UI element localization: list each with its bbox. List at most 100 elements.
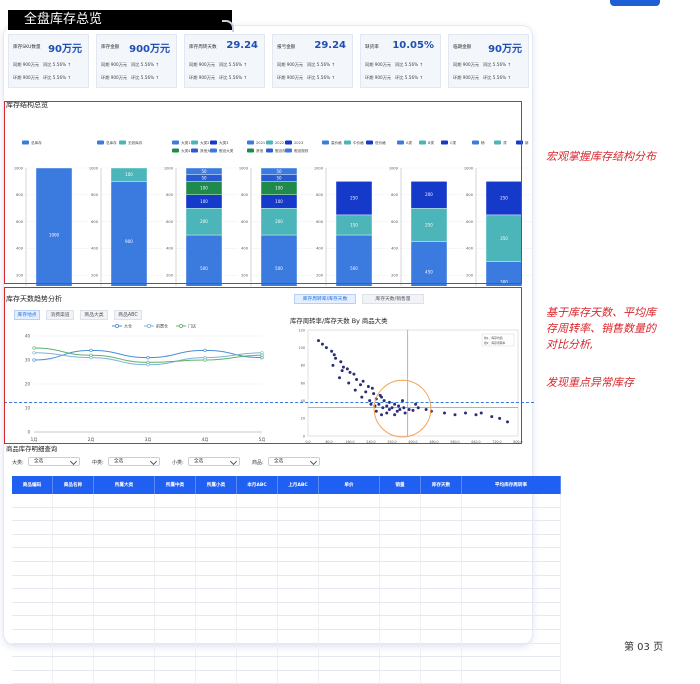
table-cell <box>420 670 462 684</box>
filter-value: 全选 <box>114 459 124 464</box>
column-header[interactable]: 库存天数 <box>420 476 462 494</box>
annotation-analysis-line1: 基于库存天数、平均库 <box>546 306 656 319</box>
filter-select-3[interactable]: 全选 <box>188 457 240 466</box>
table-cell <box>277 534 319 549</box>
table-cell <box>12 575 53 590</box>
table-cell <box>420 520 462 535</box>
section-title-detail: 商品库存明细查询 <box>6 445 58 453</box>
table-row[interactable] <box>12 629 561 644</box>
filter-select-1[interactable]: 全选 <box>28 457 80 466</box>
table-cell <box>195 588 237 603</box>
table-cell <box>461 643 561 658</box>
column-header[interactable]: 所属中类 <box>154 476 196 494</box>
highlight-box-structure <box>4 101 522 284</box>
table-cell <box>461 629 561 644</box>
column-header[interactable]: 销量 <box>379 476 421 494</box>
table-row[interactable] <box>12 588 561 603</box>
table-cell <box>154 643 196 658</box>
table-cell <box>52 534 94 549</box>
table-cell <box>154 588 196 603</box>
table-cell <box>12 670 53 684</box>
table-cell <box>93 494 155 508</box>
table-cell <box>461 588 561 603</box>
table-cell <box>461 656 561 671</box>
chevron-down-icon <box>69 457 78 466</box>
column-header[interactable]: 平均库存周转率 <box>461 476 561 494</box>
table-cell <box>52 588 94 603</box>
table-cell <box>195 670 237 684</box>
table-row[interactable] <box>12 670 561 684</box>
annotation-structure: 宏观掌握库存结构分布 <box>546 150 656 163</box>
highlight-box-analysis <box>4 287 522 444</box>
page-title: 全盘库存总览 <box>8 10 234 32</box>
table-cell <box>318 602 380 617</box>
table-cell <box>93 670 155 684</box>
table-cell <box>379 588 421 603</box>
table-cell <box>154 494 196 508</box>
kpi-value: 900万元 <box>129 44 170 55</box>
table-cell <box>195 575 237 590</box>
table-row[interactable] <box>12 507 561 522</box>
arrow-up-icon: ↑ <box>507 62 511 67</box>
table-row[interactable] <box>12 643 561 658</box>
table-cell <box>379 561 421 576</box>
table-row[interactable] <box>12 534 561 549</box>
table-row[interactable] <box>12 494 561 508</box>
table-cell <box>461 561 561 576</box>
table-cell <box>12 547 53 562</box>
table-cell <box>277 670 319 684</box>
table-cell <box>12 656 53 671</box>
column-header[interactable]: 商品名称 <box>52 476 94 494</box>
table-cell <box>52 494 94 508</box>
filter-label: 小类: <box>172 460 184 466</box>
filter-select-4[interactable]: 全选 <box>268 457 320 466</box>
table-cell <box>154 547 196 562</box>
table-cell <box>318 561 380 576</box>
table-row[interactable] <box>12 615 561 630</box>
filter-value: 全选 <box>274 459 284 464</box>
kpi-card: 库存SKU数量 90万元 同期 900万元 同比 5.56% ↑ 环期 900万元 环… <box>8 34 89 88</box>
table-cell <box>154 575 196 590</box>
kpi-yoy-row: 同期 900万元 同比 5.56% ↑ <box>277 62 335 67</box>
filter-label: 大类: <box>12 460 24 466</box>
table-row[interactable] <box>12 547 561 562</box>
kpi-yoy-row: 同期 900万元 同比 5.56% ↑ <box>453 62 511 67</box>
table-cell <box>52 507 94 522</box>
column-header[interactable]: 上月ABC <box>277 476 319 494</box>
table-cell <box>277 575 319 590</box>
table-row[interactable] <box>12 561 561 576</box>
table-cell <box>195 494 237 508</box>
table-cell <box>236 534 278 549</box>
table-row[interactable] <box>12 575 561 590</box>
kpi-value: 90万元 <box>48 44 82 55</box>
table-cell <box>318 575 380 590</box>
column-header[interactable]: 本月ABC <box>236 476 278 494</box>
column-header[interactable]: 所属大类 <box>93 476 155 494</box>
table-cell <box>420 656 462 671</box>
table-cell <box>461 520 561 535</box>
table-cell <box>420 602 462 617</box>
table-cell <box>318 643 380 658</box>
table-cell <box>154 615 196 630</box>
table-cell <box>236 575 278 590</box>
column-header[interactable]: 商品编码 <box>12 476 53 494</box>
kpi-label: 临期金额 <box>453 45 472 50</box>
table-row[interactable] <box>12 656 561 671</box>
table-cell <box>154 629 196 644</box>
table-cell <box>420 615 462 630</box>
legend-label: 新 <box>525 140 529 145</box>
table-cell <box>93 643 155 658</box>
table-row[interactable] <box>12 602 561 617</box>
table-cell <box>195 602 237 617</box>
table-cell <box>277 494 319 508</box>
table-cell <box>154 534 196 549</box>
filter-label: 商品: <box>252 460 264 466</box>
filter-select-2[interactable]: 全选 <box>108 457 160 466</box>
table-cell <box>12 615 53 630</box>
table-row[interactable] <box>12 520 561 535</box>
column-header[interactable]: 单价 <box>318 476 380 494</box>
table-cell <box>420 588 462 603</box>
arrow-up-icon: ↑ <box>67 62 71 67</box>
table-cell <box>318 670 380 684</box>
column-header[interactable]: 所属小类 <box>195 476 237 494</box>
